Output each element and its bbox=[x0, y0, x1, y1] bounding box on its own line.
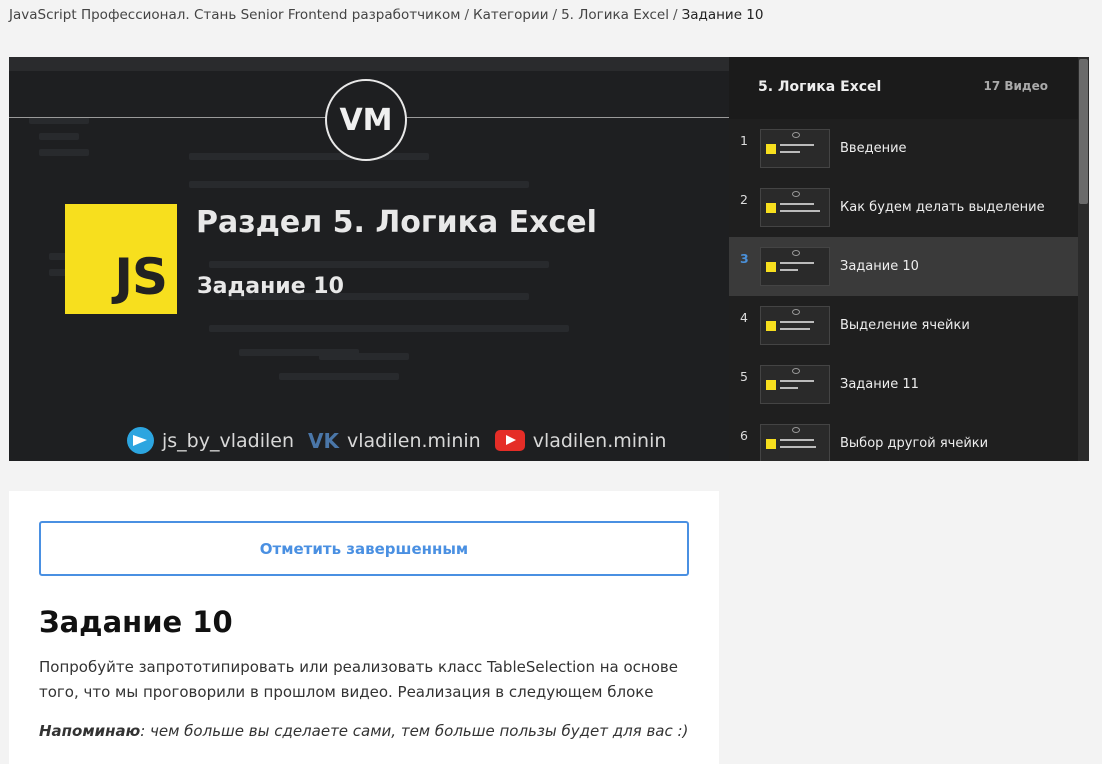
breadcrumb-section-link[interactable]: 5. Логика Excel bbox=[561, 7, 669, 23]
js-logo-text: JS bbox=[114, 248, 168, 306]
video-thumbnail bbox=[760, 188, 830, 227]
telegram-link: js_by_vladilen bbox=[127, 427, 294, 454]
playlist-item-label: Задание 10 bbox=[840, 259, 919, 274]
lesson-card: Отметить завершенным Задание 10 Попробуй… bbox=[9, 491, 719, 764]
playlist-items: 1 Введение 2 Как будем делать выделение … bbox=[729, 119, 1078, 461]
playlist-item-number: 5 bbox=[740, 369, 748, 384]
reminder-text: : чем больше вы сделаете сами, тем больш… bbox=[140, 722, 689, 740]
playlist-item-number: 4 bbox=[740, 310, 748, 325]
mark-complete-button[interactable]: Отметить завершенным bbox=[39, 521, 689, 576]
playlist-item-number: 6 bbox=[740, 428, 748, 443]
playlist-title: 5. Логика Excel bbox=[758, 79, 882, 95]
js-logo: JS bbox=[65, 204, 177, 314]
video-thumbnail bbox=[760, 247, 830, 286]
youtube-handle: vladilen.minin bbox=[532, 429, 667, 452]
breadcrumb-current: Задание 10 bbox=[681, 7, 764, 23]
playlist-scrollbar[interactable] bbox=[1078, 57, 1089, 461]
playlist-item-active[interactable]: 3 Задание 10 bbox=[729, 237, 1078, 296]
video-thumbnail bbox=[760, 306, 830, 345]
playlist-item-label: Как будем делать выделение bbox=[840, 200, 1045, 215]
playlist-item-label: Выбор другой ячейки bbox=[840, 436, 989, 451]
lesson-title: Задание 10 bbox=[39, 605, 233, 639]
telegram-icon bbox=[127, 427, 154, 454]
playlist-item[interactable]: 6 Выбор другой ячейки bbox=[729, 414, 1078, 461]
playlist-item[interactable]: 2 Как будем делать выделение bbox=[729, 178, 1078, 237]
playlist-item-number: 2 bbox=[740, 192, 748, 207]
video-title: Раздел 5. Логика Excel bbox=[196, 205, 597, 240]
reminder-label: Напоминаю bbox=[39, 722, 141, 740]
breadcrumb-separator: / bbox=[673, 7, 678, 23]
video-subtitle: Задание 10 bbox=[197, 274, 344, 299]
playlist-item-label: Задание 11 bbox=[840, 377, 919, 392]
breadcrumb-separator: / bbox=[464, 7, 469, 23]
playlist-item-number: 3 bbox=[740, 251, 749, 266]
breadcrumb-categories-link[interactable]: Категории bbox=[473, 7, 549, 23]
breadcrumb: JavaScript Профессионал. Стань Senior Fr… bbox=[9, 7, 763, 23]
social-links: js_by_vladilen VK vladilen.minin vladile… bbox=[127, 427, 680, 454]
video-thumbnail bbox=[760, 424, 830, 461]
vk-handle: vladilen.minin bbox=[346, 429, 481, 452]
video-player[interactable]: VM JS Раздел 5. Логика Excel Задание 10 … bbox=[9, 57, 729, 461]
playlist-count: 17 Видео bbox=[983, 79, 1048, 93]
telegram-handle: js_by_vladilen bbox=[162, 429, 294, 452]
playlist-item[interactable]: 1 Введение bbox=[729, 119, 1078, 178]
video-thumbnail bbox=[760, 365, 830, 404]
playlist-item-number: 1 bbox=[740, 133, 748, 148]
playlist-item[interactable]: 5 Задание 11 bbox=[729, 355, 1078, 414]
lesson-reminder: Напоминаю: чем больше вы сделаете сами, … bbox=[39, 722, 688, 740]
vm-logo: VM bbox=[325, 79, 407, 161]
scrollbar-thumb[interactable] bbox=[1079, 59, 1088, 204]
lesson-description: Попробуйте запрототипировать или реализо… bbox=[39, 658, 678, 701]
youtube-link: vladilen.minin bbox=[494, 429, 667, 452]
playlist-header: 5. Логика Excel 17 Видео bbox=[729, 57, 1078, 119]
playlist: 5. Логика Excel 17 Видео 1 Введение 2 Ка… bbox=[729, 57, 1089, 461]
playlist-item-label: Введение bbox=[840, 141, 907, 156]
playlist-item[interactable]: 4 Выделение ячейки bbox=[729, 296, 1078, 355]
breadcrumb-course-link[interactable]: JavaScript Профессионал. Стань Senior Fr… bbox=[9, 7, 460, 23]
youtube-icon bbox=[494, 430, 525, 451]
breadcrumb-separator: / bbox=[552, 7, 558, 23]
playlist-item-label: Выделение ячейки bbox=[840, 318, 970, 333]
vk-link: VK vladilen.minin bbox=[308, 429, 481, 453]
vk-icon: VK bbox=[308, 428, 339, 453]
video-thumbnail bbox=[760, 129, 830, 168]
